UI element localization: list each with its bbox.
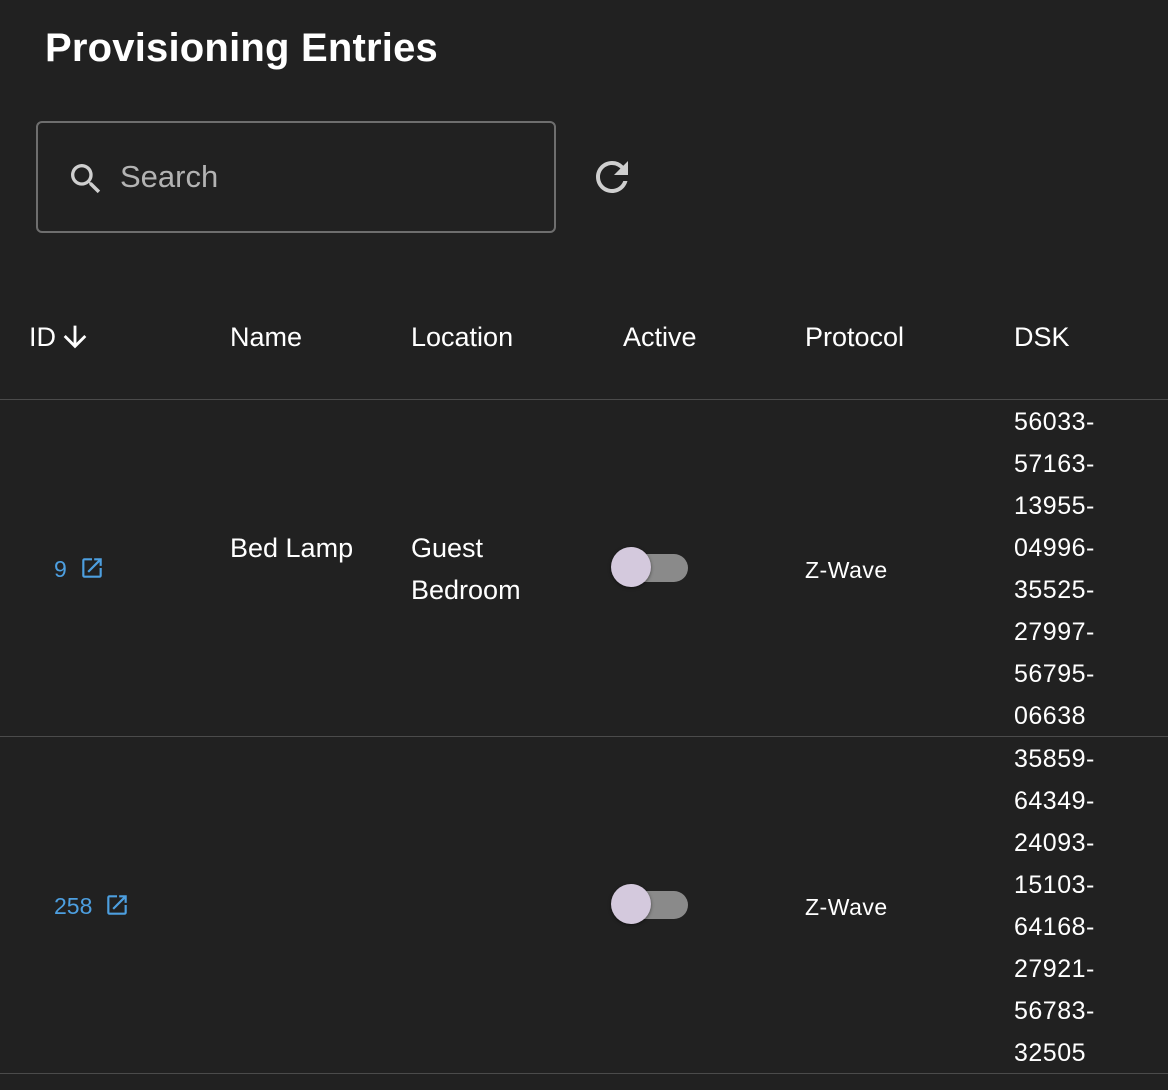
dsk-segment: 24093- <box>1014 829 1095 857</box>
open-in-new-icon <box>82 558 102 578</box>
column-header-location[interactable]: Location <box>411 321 513 353</box>
dsk-segment: 56033- <box>1014 408 1095 436</box>
dsk-segment: 56795- <box>1014 660 1095 688</box>
page-title: Provisioning Entries <box>45 26 438 70</box>
entry-name: Bed Lamp <box>230 533 354 563</box>
column-header-active[interactable]: Active <box>623 321 697 353</box>
dsk-segment: 27997- <box>1014 618 1095 646</box>
active-toggle[interactable] <box>610 883 690 927</box>
provisioning-table: ID Name Location Active Protocol DSK 9 B… <box>0 275 1168 1074</box>
entry-id-link[interactable]: 258 <box>54 892 130 920</box>
entry-location: Guest Bedroom <box>411 533 521 605</box>
search-icon <box>71 164 101 194</box>
entry-id: 9 <box>54 556 67 582</box>
table-header: ID Name Location Active Protocol DSK <box>0 275 1168 400</box>
entry-protocol: Z-Wave <box>805 894 888 920</box>
dsk-segment: 06638 <box>1014 702 1087 730</box>
entry-id: 258 <box>54 893 93 919</box>
dsk-segment: 57163- <box>1014 450 1095 478</box>
dsk-segment: 64349- <box>1014 787 1095 815</box>
refresh-button[interactable] <box>588 153 636 201</box>
dsk-segment: 04996- <box>1014 534 1095 562</box>
column-label-id: ID <box>29 322 56 352</box>
column-header-dsk[interactable]: DSK <box>1014 321 1070 353</box>
toggle-thumb <box>611 547 651 587</box>
provisioning-page: Provisioning Entries ID Name Location Ac… <box>0 0 1168 1090</box>
dsk-segment: 64168- <box>1014 913 1095 941</box>
column-header-name[interactable]: Name <box>230 321 302 353</box>
entry-protocol: Z-Wave <box>805 557 888 583</box>
search-input[interactable] <box>120 153 540 201</box>
dsk-segment: 15103- <box>1014 871 1095 899</box>
column-header-protocol[interactable]: Protocol <box>805 321 904 353</box>
search-field[interactable] <box>36 121 556 233</box>
dsk-segment: 27921- <box>1014 955 1095 983</box>
open-in-new-icon <box>107 895 128 915</box>
dsk-segment: 56783- <box>1014 997 1095 1025</box>
toggle-thumb <box>611 884 651 924</box>
dsk-segment: 35859- <box>1014 745 1095 773</box>
arrow-down-icon[interactable] <box>58 320 92 354</box>
refresh-icon <box>596 161 628 193</box>
dsk-segment: 32505 <box>1014 1039 1087 1067</box>
active-toggle[interactable] <box>610 546 690 590</box>
column-header-id[interactable]: ID <box>29 321 92 354</box>
entry-dsk: 35859- 64349- 24093- 15103- 64168- 27921… <box>1014 738 1164 1074</box>
table-row: 9 Bed Lamp Guest Bedroom Z-Wave 56033- 5… <box>0 400 1168 737</box>
entry-id-link[interactable]: 9 <box>54 555 105 583</box>
dsk-segment: 13955- <box>1014 492 1095 520</box>
entry-dsk: 56033- 57163- 13955- 04996- 35525- 27997… <box>1014 401 1164 737</box>
table-row: 258 Z-Wave 35859- 64349- 24093- 15103- 6… <box>0 737 1168 1074</box>
dsk-segment: 35525- <box>1014 576 1095 604</box>
